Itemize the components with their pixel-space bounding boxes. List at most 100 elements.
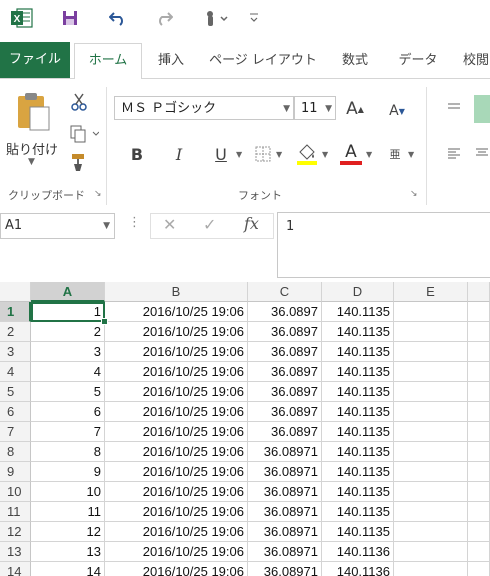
table-cell[interactable] — [468, 442, 490, 462]
table-cell[interactable] — [394, 482, 468, 502]
name-box[interactable]: A1 ▼ — [0, 213, 115, 239]
table-cell[interactable] — [468, 382, 490, 402]
table-cell[interactable]: 14 — [31, 562, 105, 576]
table-cell[interactable]: 10 — [31, 482, 105, 502]
phonetic-dropdown-icon[interactable]: ▼ — [408, 150, 414, 159]
table-cell[interactable] — [394, 422, 468, 442]
paste-button-label[interactable]: 貼り付け — [6, 139, 58, 158]
underline-button[interactable]: U — [208, 141, 234, 167]
table-cell[interactable]: 2016/10/25 19:06 — [105, 342, 248, 362]
font-name-dropdown-icon[interactable]: ▼ — [283, 97, 290, 121]
enter-icon[interactable]: ✓ — [203, 215, 216, 234]
font-size-select[interactable]: 11 ▼ — [294, 96, 336, 120]
table-cell[interactable]: 36.08971 — [248, 542, 322, 562]
touch-mode-icon[interactable] — [198, 6, 232, 30]
row-header[interactable]: 5 — [0, 382, 31, 402]
row-header[interactable]: 6 — [0, 402, 31, 422]
column-header-partial[interactable] — [468, 282, 490, 302]
table-cell[interactable]: 36.0897 — [248, 422, 322, 442]
select-all-corner[interactable] — [0, 282, 31, 302]
table-cell[interactable]: 140.1135 — [322, 502, 394, 522]
tab-page-layout[interactable]: ページ レイアウト — [204, 44, 322, 78]
table-cell[interactable]: 12 — [31, 522, 105, 542]
row-header[interactable]: 4 — [0, 362, 31, 382]
shrink-font-icon[interactable]: A ▼ — [384, 98, 410, 124]
table-cell[interactable] — [468, 362, 490, 382]
border-icon[interactable] — [252, 141, 274, 167]
table-cell[interactable] — [394, 362, 468, 382]
table-cell[interactable]: 2016/10/25 19:06 — [105, 482, 248, 502]
table-cell[interactable] — [468, 422, 490, 442]
table-cell[interactable]: 2016/10/25 19:06 — [105, 502, 248, 522]
cut-icon[interactable] — [66, 91, 92, 113]
table-cell[interactable] — [394, 502, 468, 522]
row-header[interactable]: 12 — [0, 522, 31, 542]
font-dialog-launcher-icon[interactable]: ↘ — [410, 189, 418, 199]
table-cell[interactable]: 36.08971 — [248, 522, 322, 542]
table-cell[interactable] — [394, 302, 468, 322]
cancel-icon[interactable]: ✕ — [163, 215, 176, 234]
row-header[interactable]: 9 — [0, 462, 31, 482]
table-cell[interactable]: 5 — [31, 382, 105, 402]
tab-insert[interactable]: 挿入 — [148, 44, 194, 78]
table-cell[interactable]: 2016/10/25 19:06 — [105, 522, 248, 542]
save-icon[interactable] — [56, 6, 84, 30]
row-header[interactable]: 11 — [0, 502, 31, 522]
table-cell[interactable]: 9 — [31, 462, 105, 482]
name-box-dropdown-icon[interactable]: ▼ — [103, 214, 110, 238]
table-cell[interactable] — [468, 402, 490, 422]
table-cell[interactable]: 36.0897 — [248, 402, 322, 422]
copy-icon[interactable] — [66, 123, 102, 145]
tab-file[interactable]: ファイル — [0, 42, 70, 78]
row-header[interactable]: 2 — [0, 322, 31, 342]
formula-input[interactable]: 1 — [277, 212, 490, 278]
table-cell[interactable]: 6 — [31, 402, 105, 422]
table-cell[interactable] — [468, 322, 490, 342]
table-cell[interactable] — [468, 342, 490, 362]
align-top-icon[interactable] — [444, 99, 464, 117]
table-cell[interactable]: 36.0897 — [248, 362, 322, 382]
tab-home[interactable]: ホーム — [74, 43, 142, 80]
italic-button[interactable]: I — [166, 141, 192, 167]
table-cell[interactable]: 140.1135 — [322, 362, 394, 382]
border-dropdown-icon[interactable]: ▼ — [276, 150, 282, 159]
table-cell[interactable]: 2016/10/25 19:06 — [105, 562, 248, 576]
underline-dropdown-icon[interactable]: ▼ — [236, 150, 242, 159]
table-cell[interactable]: 140.1135 — [322, 462, 394, 482]
table-cell[interactable]: 2016/10/25 19:06 — [105, 462, 248, 482]
table-cell[interactable]: 2016/10/25 19:06 — [105, 382, 248, 402]
fill-color-dropdown-icon[interactable]: ▼ — [322, 150, 328, 159]
tab-formulas[interactable]: 数式 — [330, 44, 380, 78]
paste-icon[interactable] — [10, 89, 56, 133]
clipboard-dialog-launcher-icon[interactable]: ↘ — [94, 189, 102, 199]
phonetic-guide-icon[interactable]: 亜 — [384, 141, 406, 167]
table-cell[interactable]: 140.1135 — [322, 322, 394, 342]
row-header[interactable]: 3 — [0, 342, 31, 362]
table-cell[interactable] — [394, 382, 468, 402]
table-cell[interactable]: 140.1135 — [322, 402, 394, 422]
grow-font-icon[interactable]: A ▲ — [342, 96, 368, 122]
table-cell[interactable]: 140.1135 — [322, 522, 394, 542]
table-cell[interactable]: 36.0897 — [248, 302, 322, 322]
table-cell[interactable]: 140.1135 — [322, 442, 394, 462]
table-cell[interactable]: 2016/10/25 19:06 — [105, 362, 248, 382]
table-cell[interactable]: 2016/10/25 19:06 — [105, 442, 248, 462]
table-cell[interactable]: 140.1135 — [322, 342, 394, 362]
table-cell[interactable]: 140.1135 — [322, 302, 394, 322]
align-left-icon[interactable] — [444, 145, 464, 163]
column-header-d[interactable]: D — [322, 282, 394, 302]
bold-button[interactable]: B — [124, 141, 150, 167]
table-cell[interactable]: 36.08971 — [248, 442, 322, 462]
table-cell[interactable]: 36.0897 — [248, 322, 322, 342]
table-cell[interactable] — [468, 462, 490, 482]
table-cell[interactable]: 36.08971 — [248, 562, 322, 576]
more-options-icon[interactable]: ⋮ — [128, 215, 141, 230]
table-cell[interactable]: 36.0897 — [248, 382, 322, 402]
table-cell[interactable] — [468, 542, 490, 562]
table-cell[interactable] — [394, 542, 468, 562]
table-cell[interactable]: 2 — [31, 322, 105, 342]
table-cell[interactable]: 2016/10/25 19:06 — [105, 422, 248, 442]
table-cell[interactable] — [394, 342, 468, 362]
tab-review[interactable]: 校閲 — [456, 44, 490, 78]
table-cell[interactable] — [394, 462, 468, 482]
